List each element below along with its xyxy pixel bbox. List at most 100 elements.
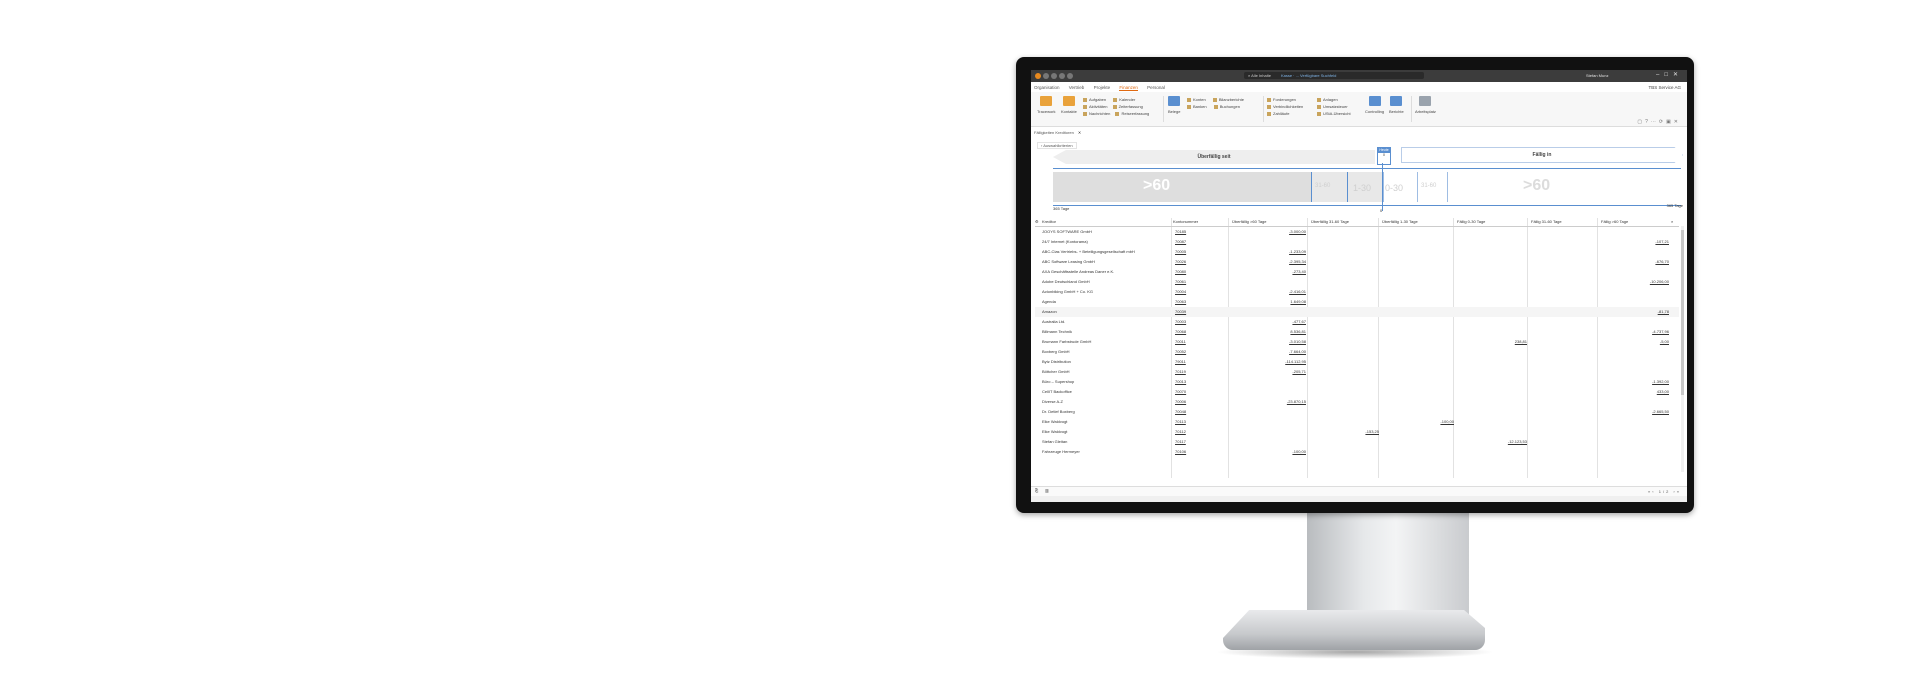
table-row[interactable]: Bytz Distribution 79011 -114.112,95	[1035, 357, 1679, 367]
scrollbar-thumb[interactable]	[1681, 230, 1684, 395]
view-toolbar[interactable]: ▢?⋯⟳▣✕	[1637, 119, 1681, 125]
account-number-link[interactable]: 70003	[1175, 319, 1186, 324]
account-number-link[interactable]: 70119	[1175, 369, 1186, 374]
table-row[interactable]: Actonbiking GmbH + Co. KG 70004 -2.416,01	[1035, 287, 1679, 297]
account-number-link[interactable]: 70006	[1175, 399, 1186, 404]
col-header-kontonummer[interactable]: Kontonummer	[1173, 219, 1198, 224]
account-number-link[interactable]: 70061	[1175, 279, 1186, 284]
umsatzsteuer-button[interactable]: Umsatzsteuer	[1323, 104, 1348, 109]
kalender-button[interactable]: Kalender	[1119, 97, 1135, 102]
table-row[interactable]: Brumann Farbstrude GmbH 70011 -3.010,58 238…	[1035, 337, 1679, 347]
amount-link[interactable]: -3.000,00	[1232, 229, 1306, 234]
amount-link[interactable]: -5,00	[1601, 339, 1669, 344]
amount-link[interactable]: 1.649,08	[1232, 299, 1306, 304]
amount-link[interactable]: -3.010,58	[1232, 339, 1306, 344]
ust-uebersicht-button[interactable]: UStA-Übersicht	[1323, 111, 1351, 116]
due-header[interactable]: Fällig in	[1401, 147, 1683, 163]
amount-link[interactable]: -81,78	[1601, 309, 1669, 314]
tab-projekte[interactable]: Projekte	[1094, 85, 1111, 90]
kontakte-button[interactable]: Kontakte	[1061, 96, 1077, 114]
vertical-scrollbar[interactable]	[1681, 226, 1684, 472]
account-number-link[interactable]: 70080	[1175, 269, 1186, 274]
home-icon[interactable]	[1043, 73, 1049, 79]
col-header-due-0-30[interactable]: Fällig 0-30 Tage	[1457, 219, 1485, 224]
account-number-link[interactable]: 70068	[1175, 329, 1186, 334]
table-row[interactable]: AXA Geschäftsstelle Andreas Daner e.K. 70…	[1035, 267, 1679, 277]
table-row[interactable]: Elke Waldvogt 70113 -100,00	[1035, 417, 1679, 427]
account-number-link[interactable]: 70026	[1175, 259, 1186, 264]
table-row[interactable]: 24/7 Internet (Kontorama) 70087 -107,21	[1035, 237, 1679, 247]
belege-button[interactable]: Belege	[1168, 96, 1180, 114]
account-number-link[interactable]: 70013	[1175, 379, 1186, 384]
account-number-link[interactable]: 70112	[1175, 429, 1186, 434]
table-row[interactable]: Agenda 70063 1.649,08	[1035, 297, 1679, 307]
amount-link[interactable]: -107,21	[1601, 239, 1669, 244]
amount-link[interactable]: -10.206,00	[1601, 279, 1669, 284]
amount-link[interactable]: -1.392,00	[1601, 379, 1669, 384]
app-menu-icon[interactable]	[1035, 73, 1041, 79]
amount-link[interactable]: -2.395,34	[1232, 259, 1306, 264]
amount-link[interactable]: -12.123,53	[1457, 439, 1527, 444]
tab-finanzen[interactable]: Finanzen	[1119, 85, 1138, 91]
amount-link[interactable]: 8.536,81	[1232, 329, 1306, 334]
account-number-link[interactable]: 70039	[1175, 309, 1186, 314]
col-header-due-31-60[interactable]: Fällig 31-60 Tage	[1531, 219, 1562, 224]
table-row[interactable]: Adobe Deutschland GmbH 70061 -10.206,00	[1035, 277, 1679, 287]
table-row[interactable]: Amazon 70039 -81,78	[1035, 307, 1679, 317]
export-icon[interactable]: ⎘	[1035, 488, 1038, 493]
berichte-button[interactable]: Berichte	[1389, 96, 1404, 114]
table-row[interactable]: Fahrzeuge Hermeyer 70106 -100,00	[1035, 447, 1679, 457]
account-number-link[interactable]: 70070	[1175, 389, 1186, 394]
col-header-due-60[interactable]: Fällig >60 Tage	[1601, 219, 1628, 224]
aufgaben-button[interactable]: Aufgaben	[1089, 97, 1106, 102]
filter-criteria-toggle[interactable]: › Auswahlkriterien	[1037, 142, 1077, 149]
amount-link[interactable]: -100,00	[1382, 419, 1454, 424]
forward-icon[interactable]	[1059, 73, 1065, 79]
banken-button[interactable]: Banken	[1193, 104, 1207, 109]
col-header-overdue-60[interactable]: Überfällig >60 Tage	[1232, 219, 1267, 224]
table-row[interactable]: Dr. Detlef Boxberg 70048 -2.665,50	[1035, 407, 1679, 417]
col-header-overdue-1-30[interactable]: Überfällig 1-30 Tage	[1382, 219, 1418, 224]
account-number-link[interactable]: 70011	[1175, 339, 1186, 344]
table-row[interactable]: ABC Software Leasing GmbH 70026 -2.395,34 -…	[1035, 257, 1679, 267]
konten-button[interactable]: Konten	[1193, 97, 1206, 102]
amount-link[interactable]: -1.233,09	[1232, 249, 1306, 254]
tab-organisation[interactable]: Organisation	[1034, 85, 1060, 90]
user-menu[interactable]: Stefan Munz	[1586, 73, 1608, 78]
amount-link[interactable]: -205,71	[1232, 369, 1306, 374]
amount-link[interactable]: -114.112,95	[1232, 359, 1306, 364]
aging-timeline[interactable]: >60 31-60 1-30 0-30 31-60 >60	[1053, 168, 1681, 206]
tab-vertrieb[interactable]: Vertrieb	[1069, 85, 1085, 90]
close-tab-icon[interactable]: ✕	[1078, 130, 1081, 135]
account-number-link[interactable]: 70052	[1175, 349, 1186, 354]
nachrichten-button[interactable]: Nachrichten	[1089, 111, 1110, 116]
amount-link[interactable]: -676,70	[1601, 259, 1669, 264]
arbeitsplatz-button[interactable]: Arbeitsplatz	[1415, 96, 1436, 114]
table-row[interactable]: Elke Waldvogt 70112 -153,25	[1035, 427, 1679, 437]
today-marker[interactable]: Heute 0	[1377, 147, 1391, 165]
refresh-icon[interactable]	[1067, 73, 1073, 79]
window-controls[interactable]	[1035, 73, 1075, 81]
overdue-over-60-bucket[interactable]	[1053, 172, 1311, 202]
reiseerfassung-button[interactable]: Reiseerfassung	[1121, 111, 1149, 116]
amount-link[interactable]: 238,81	[1457, 339, 1527, 344]
tracework-button[interactable]: Tracework	[1037, 96, 1056, 114]
amount-link[interactable]: -23.870,15	[1232, 399, 1306, 404]
table-row[interactable]: CellIT Backoffice 70070 433,00	[1035, 387, 1679, 397]
chart-icon[interactable]: ▥	[1045, 488, 1049, 493]
aktivitaeten-button[interactable]: Aktivitäten	[1089, 104, 1107, 109]
amount-link[interactable]: -4.737,96	[1601, 329, 1669, 334]
pagination[interactable]: «‹ 1/2 ›»	[1648, 489, 1681, 494]
amount-link[interactable]: -273,40	[1232, 269, 1306, 274]
verbindlichkeiten-button[interactable]: Verbindlichkeiten	[1273, 104, 1303, 109]
account-number-link[interactable]: 70087	[1175, 239, 1186, 244]
table-row[interactable]: Australia Ltd. 70003 -477,67	[1035, 317, 1679, 327]
overdue-header[interactable]: Überfällig seit	[1053, 150, 1375, 164]
account-number-link[interactable]: 70048	[1175, 409, 1186, 414]
page-number[interactable]: 1	[1659, 489, 1663, 494]
prev-page-button[interactable]: ‹	[1652, 489, 1655, 494]
last-page-button[interactable]: »	[1677, 489, 1681, 494]
table-row[interactable]: Böttcher GmbH 70119 -205,71	[1035, 367, 1679, 377]
account-number-link[interactable]: 70117	[1175, 439, 1186, 444]
account-number-link[interactable]: 70113	[1175, 419, 1186, 424]
